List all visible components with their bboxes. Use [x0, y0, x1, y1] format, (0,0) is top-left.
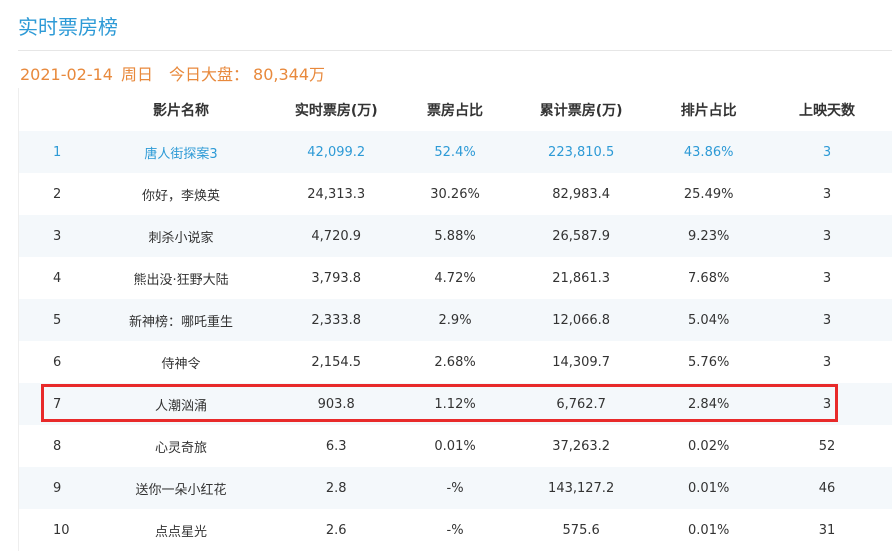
- cell-rank: 5: [53, 312, 62, 328]
- cell-cumulative-box-office: 575.6: [562, 522, 600, 538]
- cell-realtime-box-office: 2.8: [325, 480, 347, 496]
- title-divider: [18, 50, 892, 51]
- cell-box-office-share: 1.12%: [434, 396, 476, 412]
- cell-rank: 3: [53, 228, 62, 244]
- header-cumulative-box-office[interactable]: 累计票房(万): [506, 100, 656, 120]
- cell-days-showing: 3: [822, 228, 832, 244]
- cell-realtime-box-office: 24,313.3: [307, 186, 366, 202]
- cell-film-name[interactable]: 唐人街探案3: [94, 143, 269, 162]
- cell-schedule-share: 0.01%: [688, 522, 730, 538]
- summary-weekday: 周日: [120, 65, 153, 84]
- cell-days-showing: 3: [822, 186, 832, 202]
- table-row[interactable]: 9 送你一朵小红花 2.8 -% 143,127.2 0.01% 46: [19, 467, 892, 509]
- cell-box-office-share: 2.9%: [438, 312, 472, 328]
- table-row[interactable]: 2 你好，李焕英 24,313.3 30.26% 82,983.4 25.49% 3: [19, 173, 892, 215]
- summary-label: 今日大盘：: [169, 65, 250, 84]
- cell-schedule-share: 2.84%: [688, 396, 730, 412]
- header-realtime-box-office[interactable]: 实时票房(万): [268, 100, 404, 120]
- cell-realtime-box-office: 6.3: [325, 438, 347, 454]
- cell-film-name[interactable]: 你好，李焕英: [94, 185, 269, 204]
- cell-film-name[interactable]: 侍神令: [94, 353, 269, 372]
- table-row[interactable]: 7 人潮汹涌 903.8 1.12% 6,762.7 2.84% 3: [19, 383, 892, 425]
- cell-film-name[interactable]: 送你一朵小红花: [94, 479, 269, 498]
- cell-cumulative-box-office: 37,263.2: [552, 438, 611, 454]
- cell-days-showing: 3: [822, 312, 832, 328]
- header-schedule-share[interactable]: 排片占比: [656, 100, 761, 120]
- cell-schedule-share: 9.23%: [688, 228, 730, 244]
- cell-rank: 6: [53, 354, 62, 370]
- cell-box-office-share: 0.01%: [434, 438, 476, 454]
- summary-date: 2021-02-14: [20, 65, 113, 84]
- cell-film-name[interactable]: 人潮汹涌: [94, 395, 269, 414]
- table-row[interactable]: 3 刺杀小说家 4,720.9 5.88% 26,587.9 9.23% 3: [19, 215, 892, 257]
- cell-realtime-box-office: 3,793.8: [311, 270, 362, 286]
- cell-film-name[interactable]: 刺杀小说家: [94, 227, 269, 246]
- cell-rank: 2: [53, 186, 62, 202]
- cell-film-name[interactable]: 点点星光: [94, 521, 269, 540]
- cell-box-office-share: 5.88%: [434, 228, 476, 244]
- cell-realtime-box-office: 4,720.9: [311, 228, 362, 244]
- cell-schedule-share: 0.01%: [688, 480, 730, 496]
- cell-film-name[interactable]: 熊出没·狂野大陆: [94, 269, 269, 288]
- cell-film-name[interactable]: 新神榜：哪吒重生: [94, 311, 269, 330]
- cell-box-office-share: -%: [446, 480, 464, 496]
- cell-film-name[interactable]: 心灵奇旅: [94, 437, 269, 456]
- cell-box-office-share: 30.26%: [430, 186, 480, 202]
- summary-total: 80,344万: [253, 65, 326, 84]
- cell-rank: 4: [53, 270, 62, 286]
- table-row[interactable]: 4 熊出没·狂野大陆 3,793.8 4.72% 21,861.3 7.68% 3: [19, 257, 892, 299]
- market-summary: 2021-02-14 周日 今日大盘： 80,344万: [20, 62, 333, 88]
- cell-cumulative-box-office: 12,066.8: [552, 312, 611, 328]
- table-row[interactable]: 6 侍神令 2,154.5 2.68% 14,309.7 5.76% 3: [19, 341, 892, 383]
- cell-rank: 1: [53, 144, 62, 160]
- cell-rank: 9: [53, 480, 62, 496]
- cell-days-showing: 3: [822, 396, 832, 412]
- box-office-table: 影片名称 实时票房(万) 票房占比 累计票房(万) 排片占比 上映天数 1 唐人街…: [18, 88, 892, 551]
- cell-rank: 8: [53, 438, 62, 454]
- cell-cumulative-box-office: 143,127.2: [548, 480, 615, 496]
- cell-realtime-box-office: 903.8: [317, 396, 355, 412]
- cell-schedule-share: 25.49%: [683, 186, 734, 202]
- cell-cumulative-box-office: 223,810.5: [548, 144, 615, 160]
- header-film-name[interactable]: 影片名称: [94, 100, 269, 120]
- cell-days-showing: 3: [822, 354, 832, 370]
- cell-box-office-share: -%: [446, 522, 464, 538]
- table-row[interactable]: 8 心灵奇旅 6.3 0.01% 37,263.2 0.02% 52: [19, 425, 892, 467]
- cell-days-showing: 3: [822, 270, 832, 286]
- cell-schedule-share: 5.04%: [688, 312, 730, 328]
- cell-box-office-share: 2.68%: [434, 354, 476, 370]
- cell-days-showing: 3: [822, 144, 832, 160]
- cell-cumulative-box-office: 6,762.7: [556, 396, 606, 412]
- table-row[interactable]: 10 点点星光 2.6 -% 575.6 0.01% 31: [19, 509, 892, 551]
- header-days-showing[interactable]: 上映天数: [761, 100, 892, 120]
- cell-days-showing: 52: [818, 438, 836, 454]
- cell-cumulative-box-office: 14,309.7: [552, 354, 611, 370]
- cell-realtime-box-office: 2,333.8: [311, 312, 362, 328]
- cell-schedule-share: 0.02%: [688, 438, 730, 454]
- cell-realtime-box-office: 2.6: [325, 522, 347, 538]
- cell-realtime-box-office: 2,154.5: [311, 354, 362, 370]
- cell-schedule-share: 5.76%: [688, 354, 730, 370]
- cell-schedule-share: 7.68%: [688, 270, 730, 286]
- page-title: 实时票房榜: [18, 15, 118, 39]
- cell-schedule-share: 43.86%: [683, 144, 734, 160]
- cell-days-showing: 46: [818, 480, 836, 496]
- table-header: 影片名称 实时票房(万) 票房占比 累计票房(万) 排片占比 上映天数: [19, 88, 892, 131]
- cell-days-showing: 31: [818, 522, 836, 538]
- header-box-office-share[interactable]: 票房占比: [404, 100, 506, 120]
- table-row[interactable]: 5 新神榜：哪吒重生 2,333.8 2.9% 12,066.8 5.04% 3: [19, 299, 892, 341]
- cell-rank: 7: [53, 396, 62, 412]
- cell-rank: 10: [53, 522, 70, 538]
- cell-box-office-share: 52.4%: [434, 144, 476, 160]
- cell-box-office-share: 4.72%: [434, 270, 476, 286]
- cell-cumulative-box-office: 21,861.3: [552, 270, 611, 286]
- cell-realtime-box-office: 42,099.2: [307, 144, 366, 160]
- cell-cumulative-box-office: 26,587.9: [552, 228, 611, 244]
- cell-cumulative-box-office: 82,983.4: [552, 186, 611, 202]
- table-row[interactable]: 1 唐人街探案3 42,099.2 52.4% 223,810.5 43.86% 3: [19, 131, 892, 173]
